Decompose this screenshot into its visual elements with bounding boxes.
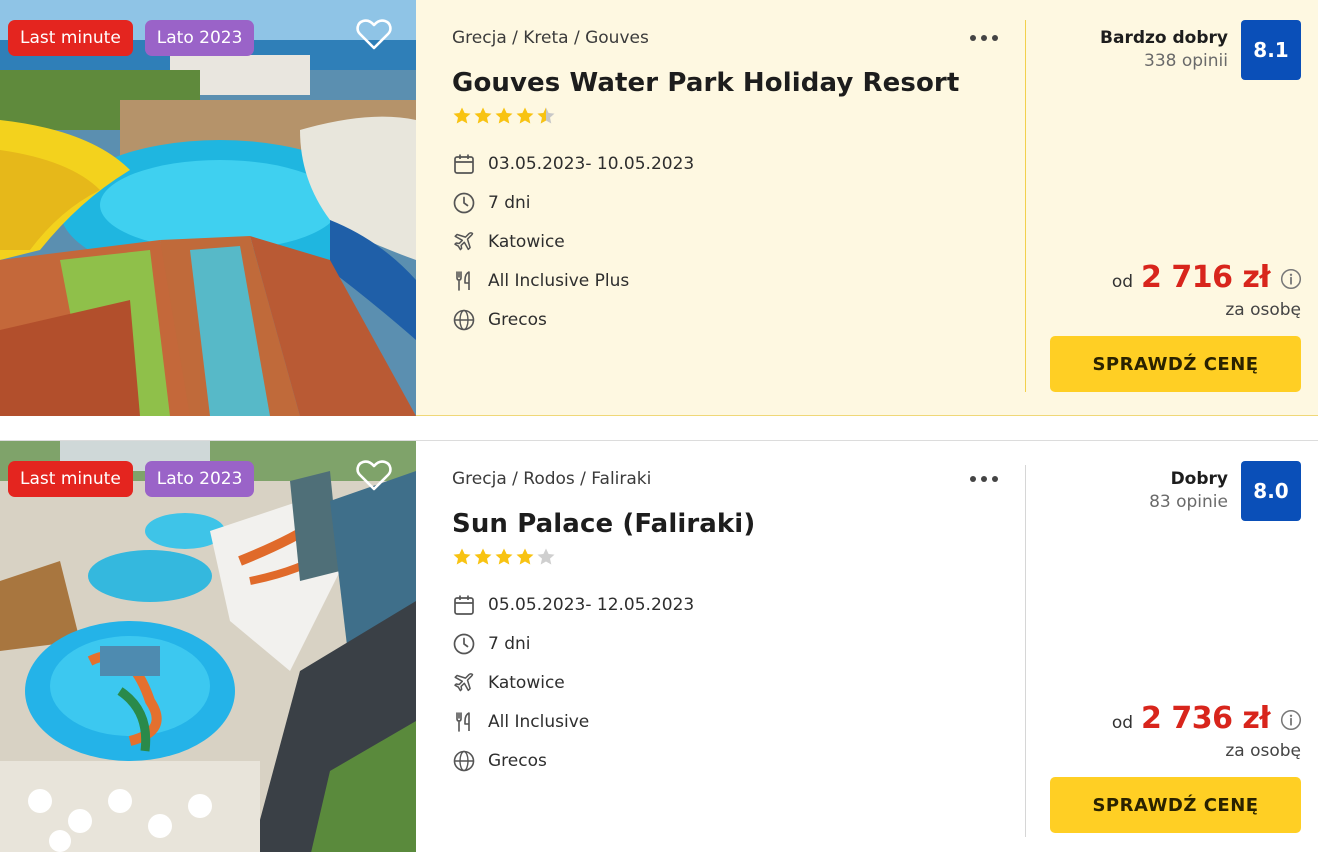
price: 2 736 zł xyxy=(1141,701,1270,736)
star-icon xyxy=(453,107,471,124)
price: 2 716 zł xyxy=(1141,260,1270,295)
star-icon xyxy=(495,107,513,124)
plane-icon xyxy=(454,672,474,691)
globe-icon xyxy=(453,750,475,771)
hotel-photo[interactable]: Last minute Lato 2023 xyxy=(0,0,416,416)
board-type: All Inclusive xyxy=(452,702,1026,741)
location-breadcrumb[interactable]: Grecja / Rodos / Faliraki xyxy=(452,466,1026,492)
trip-duration: 7 dni xyxy=(452,183,1026,222)
globe-icon xyxy=(453,309,475,330)
clock-icon xyxy=(453,633,475,654)
info-icon[interactable] xyxy=(1280,268,1302,290)
cutlery-icon xyxy=(456,711,470,732)
tour-operator: Grecos xyxy=(452,300,1026,339)
more-options-icon[interactable] xyxy=(968,469,1000,489)
heart-icon[interactable] xyxy=(356,18,392,50)
more-options-icon[interactable] xyxy=(968,28,1000,48)
departure-city: Katowice xyxy=(452,663,1026,702)
star-rating xyxy=(452,106,1026,130)
last-minute-badge: Last minute xyxy=(8,461,133,497)
dates-text: 03.05.2023- 10.05.2023 xyxy=(488,153,695,174)
hotel-aerial-image xyxy=(0,441,416,852)
rating-label: Dobry xyxy=(1170,469,1228,489)
star-icon xyxy=(516,107,534,124)
price-row: od 2 716 zł xyxy=(1112,260,1302,295)
price-row: od 2 736 zł xyxy=(1112,701,1302,736)
score-badge: 8.1 xyxy=(1241,20,1301,80)
price-prefix: od xyxy=(1111,713,1134,733)
per-person-label: za osobę xyxy=(1225,300,1301,320)
departure-city: Katowice xyxy=(452,222,1026,261)
travel-dates: 03.05.2023- 10.05.2023 xyxy=(452,144,1026,183)
last-minute-badge: Last minute xyxy=(8,20,133,56)
duration-text: 7 dni xyxy=(488,192,531,213)
rating-label: Bardzo dobry xyxy=(1100,28,1228,48)
departure-text: Katowice xyxy=(488,231,565,252)
price-prefix: od xyxy=(1111,272,1134,292)
dates-text: 05.05.2023- 12.05.2023 xyxy=(488,594,695,615)
review-count[interactable]: 83 opinie xyxy=(1149,492,1228,512)
season-badge: Lato 2023 xyxy=(144,461,255,497)
duration-text: 7 dni xyxy=(488,633,531,654)
season-badge: Lato 2023 xyxy=(144,20,255,56)
offer-summary: Bardzo dobry 338 opinii 8.1 od 2 716 zł … xyxy=(1026,0,1318,416)
offer-card[interactable]: Last minute Lato 2023 Grecja / Kreta / G… xyxy=(0,0,1318,416)
hotel-title[interactable]: Gouves Water Park Holiday Resort xyxy=(452,65,1026,101)
star-icon xyxy=(474,548,492,565)
star-icon xyxy=(453,548,471,565)
departure-text: Katowice xyxy=(488,672,565,693)
calendar-icon xyxy=(454,595,474,615)
star-icon xyxy=(516,548,534,565)
water-park-image xyxy=(0,0,416,416)
review-count[interactable]: 338 opinii xyxy=(1144,51,1228,71)
star-icon xyxy=(495,548,513,565)
cutlery-icon xyxy=(456,270,470,291)
info-icon[interactable] xyxy=(1280,709,1302,731)
board-type: All Inclusive Plus xyxy=(452,261,1026,300)
operator-text: Grecos xyxy=(488,309,547,330)
star-rating xyxy=(452,547,1026,571)
offer-card[interactable]: Last minute Lato 2023 Grecja / Rodos / F… xyxy=(0,440,1318,852)
tour-operator: Grecos xyxy=(452,741,1026,780)
location-breadcrumb[interactable]: Grecja / Kreta / Gouves xyxy=(452,25,1026,51)
score-badge: 8.0 xyxy=(1241,461,1301,521)
half-star-icon xyxy=(537,107,555,124)
clock-icon xyxy=(453,192,475,213)
check-price-button[interactable]: SPRAWDŹ CENĘ xyxy=(1050,777,1301,833)
board-text: All Inclusive xyxy=(488,711,590,732)
heart-icon[interactable] xyxy=(356,459,392,491)
trip-duration: 7 dni xyxy=(452,624,1026,663)
operator-text: Grecos xyxy=(488,750,547,771)
board-text: All Inclusive Plus xyxy=(488,270,630,291)
hotel-title[interactable]: Sun Palace (Faliraki) xyxy=(452,506,1026,542)
travel-dates: 05.05.2023- 12.05.2023 xyxy=(452,585,1026,624)
per-person-label: za osobę xyxy=(1225,741,1301,761)
star-icon xyxy=(474,107,492,124)
empty-star-icon xyxy=(537,548,555,565)
calendar-icon xyxy=(454,154,474,174)
hotel-photo[interactable]: Last minute Lato 2023 xyxy=(0,441,416,852)
offer-summary: Dobry 83 opinie 8.0 od 2 736 zł za osobę… xyxy=(1026,441,1318,852)
check-price-button[interactable]: SPRAWDŹ CENĘ xyxy=(1050,336,1301,392)
plane-icon xyxy=(454,231,474,250)
